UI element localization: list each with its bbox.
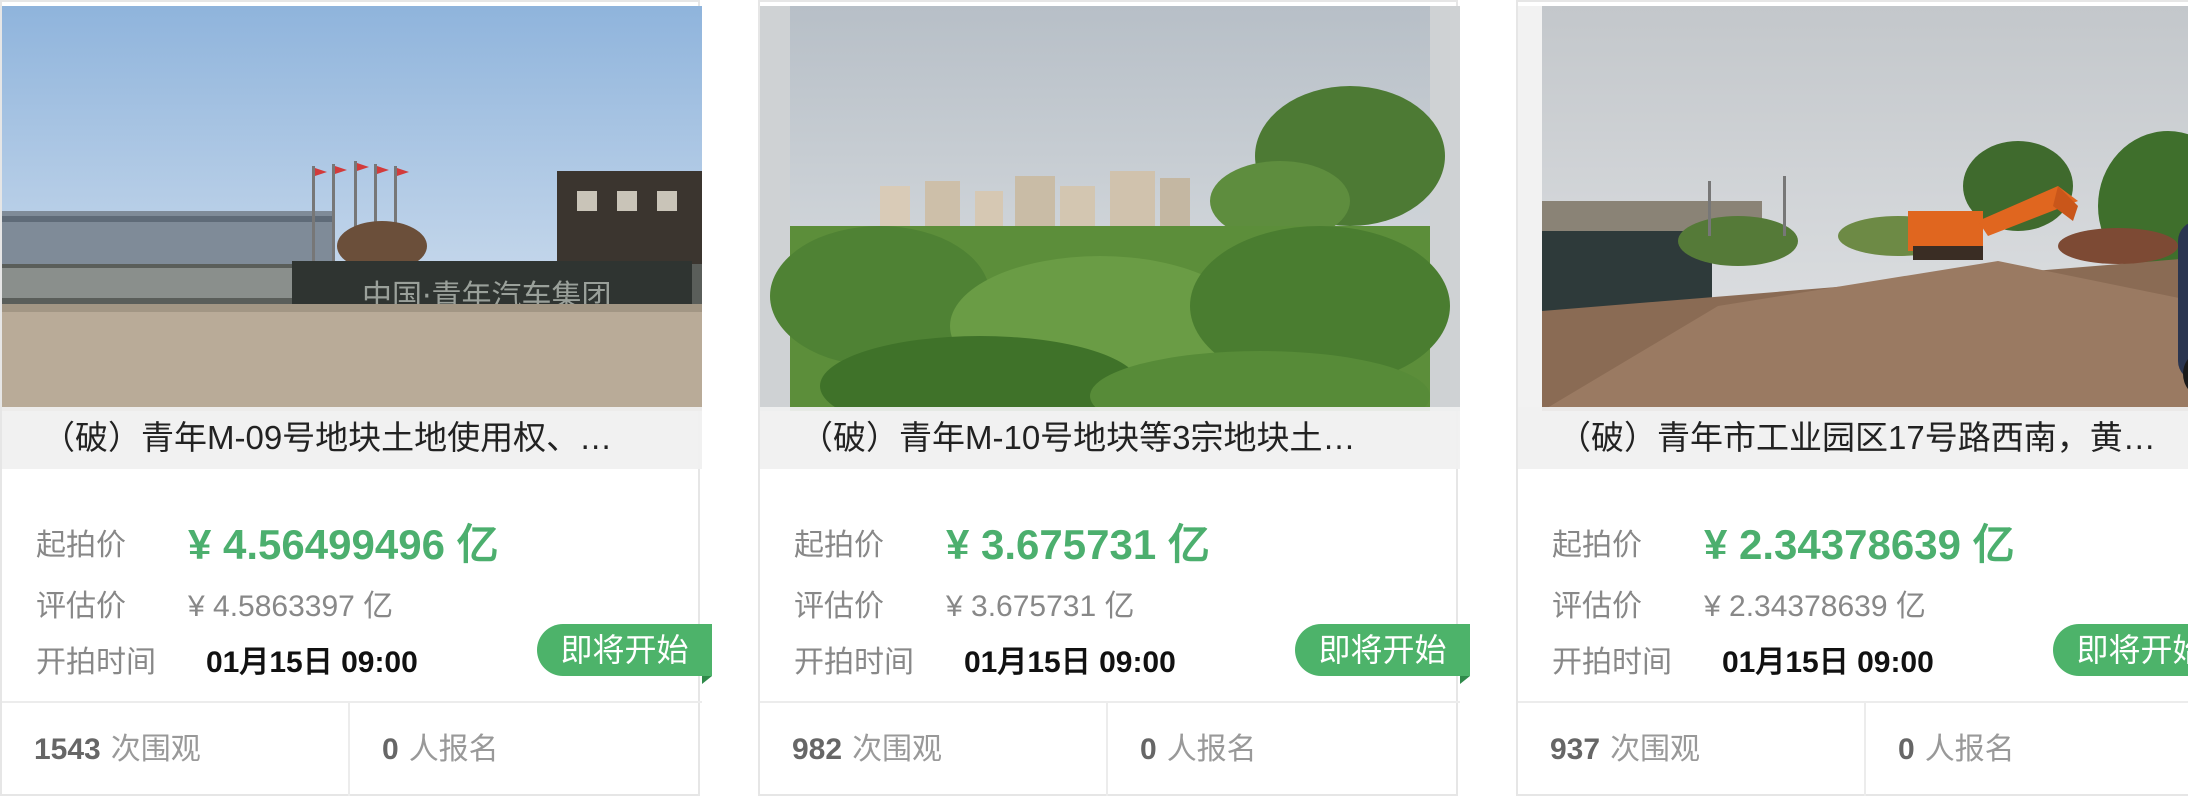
start-price-label: 起拍价 [36,529,126,562]
lot-stats: 937 次围观 0 人报名 [1518,701,2188,796]
eval-price-value: ¥ 3.675731 亿 [946,590,1135,623]
start-time-label: 开拍时间 [794,646,914,679]
start-time-value: 01月15日 09:00 [1722,646,1934,679]
signup-count: 0 人报名 [1864,703,2188,796]
lot-info: 起拍价 ¥ 3.675731 亿 评估价 ¥ 3.675731 亿 开拍时间 01月1… [760,469,1470,701]
start-price-value: ¥ 4.56499496 亿 [188,521,499,568]
start-time-row: 开拍时间 01月15日 09:00 [36,637,418,681]
status-badge: 即将开始 [1295,624,1470,684]
start-price-row: 起拍价 ¥ 2.34378639 亿 [1552,507,2015,568]
start-price-label: 起拍价 [1552,529,1642,562]
signup-count: 0 人报名 [1106,703,1460,796]
start-time-label: 开拍时间 [1552,646,1672,679]
start-price-row: 起拍价 ¥ 4.56499496 亿 [36,507,499,568]
lot-title[interactable]: （破）青年M-10号地块等3宗地块土… [760,407,1460,469]
auction-card[interactable]: 中国·青年汽车集团 （破）青年M-09号地块土地使用权、… 起拍价 ¥ 4.564… [0,0,712,796]
lot-stats: 982 次围观 0 人报名 [760,701,1460,796]
start-time-value: 01月15日 09:00 [964,646,1176,679]
start-price-value: ¥ 3.675731 亿 [946,521,1210,568]
eval-price-label: 评估价 [36,590,126,623]
status-badge: 即将开始 [2053,624,2188,676]
lot-photo[interactable] [760,6,1460,411]
lot-stats: 1543 次围观 0 人报名 [2,701,702,796]
start-price-value: ¥ 2.34378639 亿 [1704,521,2015,568]
status-badge: 即将开始 [537,624,712,684]
views-count: 937 次围观 [1550,733,1701,766]
start-price-row: 起拍价 ¥ 3.675731 亿 [794,507,1210,568]
eval-price-value: ¥ 2.34378639 亿 [1704,590,1926,623]
views-count: 1543 次围观 [34,733,201,766]
start-time-label: 开拍时间 [36,646,156,679]
lot-photo[interactable]: 中国·青年汽车集团 [2,6,702,411]
lot-info: 起拍价 ¥ 2.34378639 亿 评估价 ¥ 2.34378639 亿 开拍时间… [1518,469,2188,701]
eval-price-value: ¥ 4.5863397 亿 [188,590,394,623]
eval-price-label: 评估价 [1552,590,1642,623]
eval-price-label: 评估价 [794,590,884,623]
signup-count: 0 人报名 [348,703,702,796]
eval-price-row: 评估价 ¥ 3.675731 亿 [794,581,1134,625]
lot-photo[interactable] [1518,6,2188,411]
eval-price-row: 评估价 ¥ 4.5863397 亿 [36,581,393,625]
views-count: 982 次围观 [792,733,943,766]
lot-title[interactable]: （破）青年M-09号地块土地使用权、… [2,407,702,469]
eval-price-row: 评估价 ¥ 2.34378639 亿 [1552,581,1926,625]
auction-card[interactable]: （破）青年市工业园区17号路西南，黄… 起拍价 ¥ 2.34378639 亿 评估… [1516,0,2188,796]
start-time-row: 开拍时间 01月15日 09:00 [1552,637,1934,681]
lot-title[interactable]: （破）青年市工业园区17号路西南，黄… [1518,407,2188,469]
auction-card[interactable]: （破）青年M-10号地块等3宗地块土… 起拍价 ¥ 3.675731 亿 评估价 ¥… [758,0,1470,796]
start-time-value: 01月15日 09:00 [206,646,418,679]
lot-info: 起拍价 ¥ 4.56499496 亿 评估价 ¥ 4.5863397 亿 开拍时间 0… [2,469,712,701]
start-price-label: 起拍价 [794,529,884,562]
start-time-row: 开拍时间 01月15日 09:00 [794,637,1176,681]
